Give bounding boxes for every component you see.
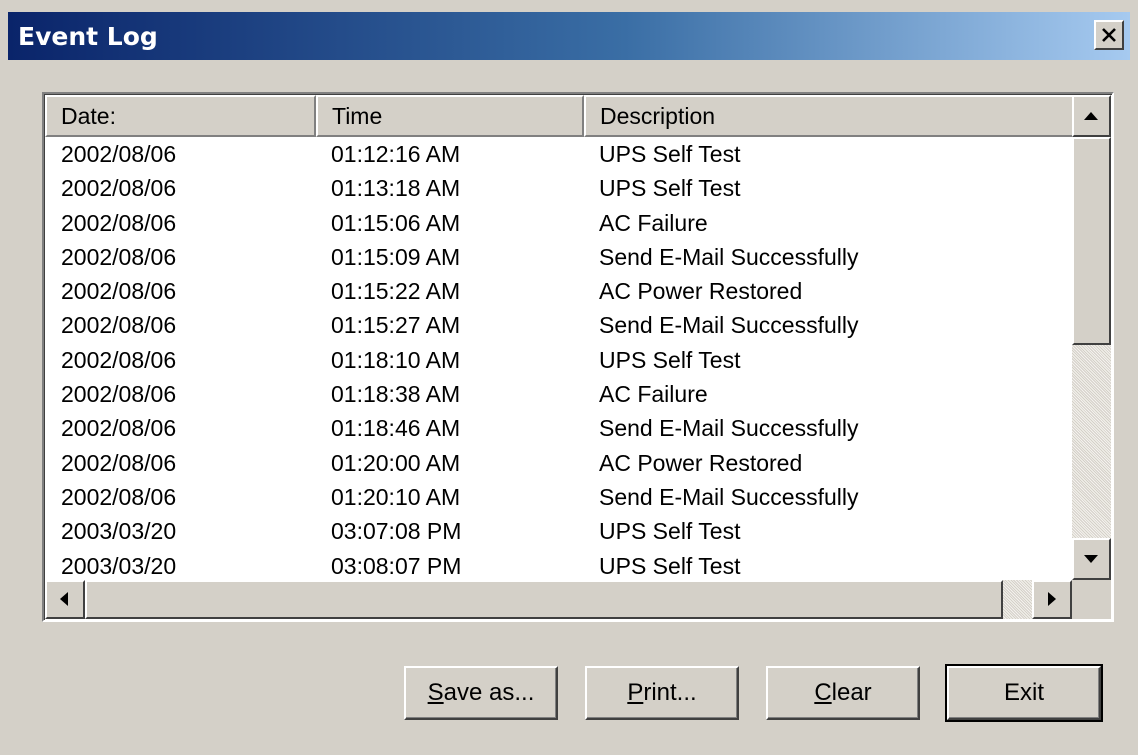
- cell-date: 2002/08/06: [61, 346, 177, 373]
- cell-time: 01:15:27 AM: [331, 312, 461, 339]
- cell-description: Send E-Mail Successfully: [599, 312, 859, 339]
- cell-time: 03:08:07 PM: [331, 552, 462, 579]
- table-row[interactable]: 2002/08/06 01:18:10 AM UPS Self Test: [45, 343, 1075, 377]
- cell-time: 01:15:09 AM: [331, 243, 461, 270]
- list-header: Date: Time Description: [45, 95, 1075, 137]
- arrow-up-icon: [1084, 112, 1098, 120]
- close-icon: [1102, 28, 1116, 42]
- scroll-down-button[interactable]: [1072, 538, 1111, 580]
- table-row[interactable]: 2002/08/06 01:15:09 AM Send E-Mail Success…: [45, 240, 1075, 274]
- save-as-accel: S: [427, 679, 444, 706]
- cell-time: 01:18:38 AM: [331, 381, 461, 408]
- column-header-description[interactable]: Description: [584, 95, 1075, 137]
- column-header-time[interactable]: Time: [316, 95, 584, 137]
- cell-time: 01:12:16 AM: [331, 141, 461, 167]
- table-row[interactable]: 2002/08/06 01:18:46 AM Send E-Mail Success…: [45, 411, 1075, 445]
- cell-date: 2002/08/06: [61, 312, 177, 339]
- arrow-left-icon: [60, 592, 68, 606]
- cell-date: 2002/08/06: [61, 243, 177, 270]
- cell-time: 03:07:08 PM: [331, 518, 462, 545]
- scroll-left-button[interactable]: [45, 580, 85, 619]
- scroll-right-button[interactable]: [1032, 580, 1072, 619]
- cell-time: 01:13:18 AM: [331, 175, 461, 202]
- cell-date: 2002/08/06: [61, 449, 177, 476]
- cell-date: 2002/08/06: [61, 175, 177, 202]
- window-title: Event Log: [18, 22, 158, 51]
- clear-button[interactable]: Clear: [766, 666, 920, 720]
- cell-description: UPS Self Test: [599, 175, 741, 202]
- table-row[interactable]: 2002/08/06 01:15:22 AM AC Power Restored: [45, 274, 1075, 308]
- cell-time: 01:15:22 AM: [331, 278, 461, 305]
- cell-date: 2002/08/06: [61, 483, 177, 510]
- save-as-button[interactable]: Save as...: [404, 666, 558, 720]
- arrow-right-icon: [1048, 592, 1056, 606]
- print-label: rint...: [643, 679, 697, 706]
- cell-description: UPS Self Test: [599, 518, 741, 545]
- horizontal-scrollbar[interactable]: [45, 580, 1072, 619]
- cell-date: 2002/08/06: [61, 209, 177, 236]
- table-row[interactable]: 2002/08/06 01:15:27 AM Send E-Mail Success…: [45, 308, 1075, 342]
- arrow-down-icon: [1084, 555, 1098, 563]
- title-bar[interactable]: Event Log: [8, 12, 1130, 60]
- cell-time: 01:20:00 AM: [331, 449, 461, 476]
- cell-description: AC Failure: [599, 209, 708, 236]
- table-row[interactable]: 2002/08/06 01:12:16 AM UPS Self Test: [45, 137, 1075, 171]
- clear-label: lear: [831, 679, 872, 706]
- horizontal-scroll-thumb[interactable]: [85, 580, 1003, 619]
- scroll-up-button[interactable]: [1072, 95, 1111, 137]
- cell-date: 2003/03/20: [61, 518, 177, 545]
- cell-time: 01:18:10 AM: [331, 346, 461, 373]
- column-header-date[interactable]: Date:: [45, 95, 316, 137]
- vertical-scroll-thumb[interactable]: [1072, 137, 1111, 345]
- cell-description: Send E-Mail Successfully: [599, 483, 859, 510]
- table-row[interactable]: 2002/08/06 01:20:10 AM Send E-Mail Success…: [45, 480, 1075, 514]
- cell-description: AC Failure: [599, 381, 708, 408]
- table-row[interactable]: 2003/03/20 03:07:08 PM UPS Self Test: [45, 514, 1075, 548]
- cell-description: AC Power Restored: [599, 278, 803, 305]
- table-row[interactable]: 2002/08/06 01:15:06 AM AC Failure: [45, 206, 1075, 240]
- event-log-window: Event Log Date: Time Description 2002/08…: [0, 0, 1138, 755]
- cell-date: 2002/08/06: [61, 278, 177, 305]
- cell-description: Send E-Mail Successfully: [599, 415, 859, 442]
- table-row[interactable]: 2003/03/20 03:08:07 PM UPS Self Test: [45, 549, 1075, 582]
- table-row[interactable]: 2002/08/06 01:20:00 AM AC Power Restored: [45, 446, 1075, 480]
- cell-time: 01:15:06 AM: [331, 209, 461, 236]
- cell-description: AC Power Restored: [599, 449, 803, 476]
- clear-accel: C: [814, 679, 832, 706]
- close-button[interactable]: [1094, 20, 1124, 50]
- cell-description: UPS Self Test: [599, 346, 741, 373]
- cell-date: 2003/03/20: [61, 552, 177, 579]
- print-button[interactable]: Print...: [585, 666, 739, 720]
- table-row[interactable]: 2002/08/06 01:18:38 AM AC Failure: [45, 377, 1075, 411]
- event-list[interactable]: Date: Time Description 2002/08/06 01:12:1…: [42, 92, 1114, 622]
- vertical-scrollbar[interactable]: [1072, 95, 1111, 580]
- cell-description: UPS Self Test: [599, 141, 741, 167]
- save-as-label: ave as...: [443, 679, 535, 706]
- table-row[interactable]: 2002/08/06 01:13:18 AM UPS Self Test: [45, 171, 1075, 205]
- scrollbar-corner: [1072, 580, 1111, 619]
- cell-time: 01:18:46 AM: [331, 415, 461, 442]
- cell-date: 2002/08/06: [61, 141, 177, 167]
- cell-description: UPS Self Test: [599, 552, 741, 579]
- print-accel: P: [627, 679, 644, 706]
- exit-button[interactable]: Exit: [945, 664, 1103, 722]
- cell-description: Send E-Mail Successfully: [599, 243, 859, 270]
- cell-date: 2002/08/06: [61, 381, 177, 408]
- list-rows: 2002/08/06 01:12:16 AM UPS Self Test 2002/0…: [45, 137, 1075, 582]
- cell-time: 01:20:10 AM: [331, 483, 461, 510]
- cell-date: 2002/08/06: [61, 415, 177, 442]
